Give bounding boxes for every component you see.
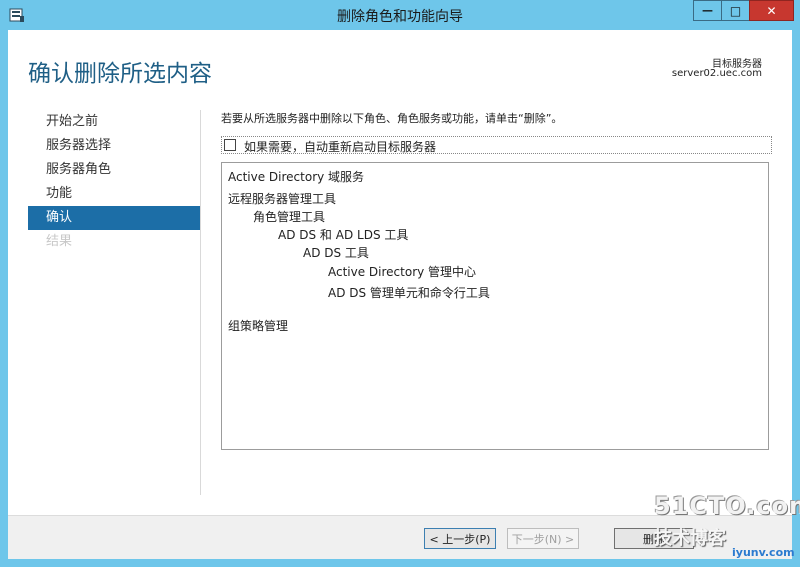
restart-checkbox[interactable] [224,139,236,151]
list-item: AD DS 管理单元和命令行工具 [328,286,490,300]
page-title: 确认删除所选内容 [28,61,212,87]
nav-item-features[interactable]: 功能 [28,182,200,206]
close-button[interactable]: ✕ [749,0,794,21]
restart-checkbox-label[interactable]: 如果需要，自动重新启动目标服务器 [244,138,436,155]
watermark-sub: 技术博客 [654,528,726,549]
list-item: AD DS 工具 [303,246,369,260]
list-item: 远程服务器管理工具 [228,192,337,206]
wizard-body: 确认删除所选内容 目标服务器 server02.uec.com 开始之前 服务器… [8,30,792,559]
minimize-icon: — [702,4,713,17]
title-bar: 删除角色和功能向导 — □ ✕ [0,0,800,30]
nav-item-server-selection[interactable]: 服务器选择 [28,134,200,158]
nav-item-server-roles[interactable]: 服务器角色 [28,158,200,182]
maximize-icon: □ [729,3,742,18]
nav-item-results: 结果 [46,234,73,249]
previous-button[interactable]: < 上一步(P) [424,528,496,549]
instruction-text: 若要从所选服务器中删除以下角色、角色服务或功能，请单击“删除”。 [221,112,563,125]
watermark-url: iyunv.com [732,546,795,559]
list-item: Active Directory 管理中心 [328,265,477,279]
nav-divider [200,110,201,495]
list-item: 角色管理工具 [253,210,326,224]
list-item: AD DS 和 AD LDS 工具 [278,228,409,242]
watermark: 51CTO.com 技术博客 iyunv.com [640,488,800,560]
window-title: 删除角色和功能向导 [337,9,463,25]
selection-list[interactable]: Active Directory 域服务 远程服务器管理工具 角色管理工具 AD… [221,162,769,450]
next-button: 下一步(N) > [507,528,579,549]
list-item: Active Directory 域服务 [228,170,365,184]
minimize-button[interactable]: — [693,0,721,21]
target-server-value: server02.uec.com [671,68,762,79]
restart-option[interactable]: 如果需要，自动重新启动目标服务器 [221,136,772,154]
close-icon: ✕ [766,3,777,18]
nav-item-confirmation[interactable]: 确认 [28,206,200,230]
wizard-nav: 开始之前 服务器选择 服务器角色 功能 确认 结果 [28,110,200,254]
watermark-main: 51CTO.com [654,492,800,520]
list-item: 组策略管理 [228,319,289,333]
nav-item-before-you-begin[interactable]: 开始之前 [28,110,200,134]
maximize-button[interactable]: □ [721,0,749,21]
